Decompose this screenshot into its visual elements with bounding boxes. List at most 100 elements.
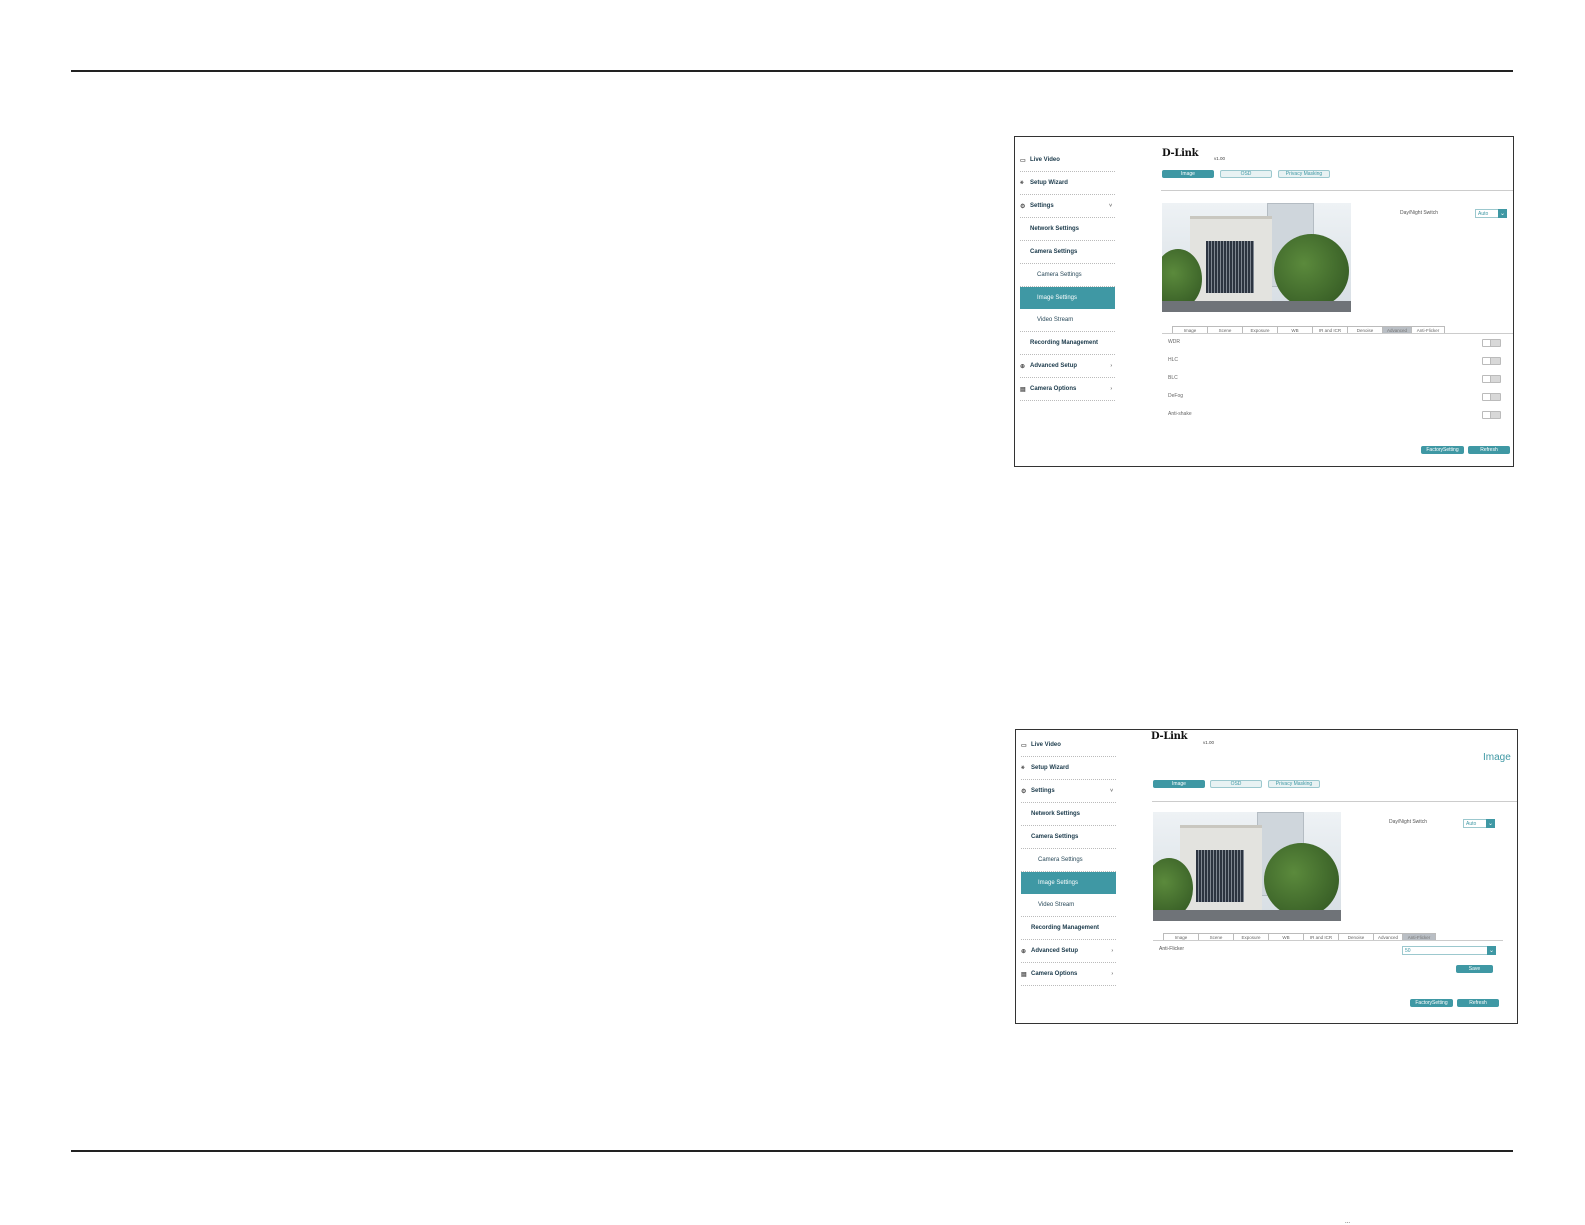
chevron-down-icon: ⌄ [1487, 946, 1496, 955]
sidebar-item-settings[interactable]: ⚙ Settings ˅ [1021, 780, 1116, 803]
sidebar-item-setup-wizard[interactable]: ⚹ Setup Wizard [1021, 757, 1116, 780]
advanced-icon: ⊕ [1021, 948, 1027, 955]
save-button[interactable]: Save [1456, 965, 1493, 973]
sidebar-item-label: Camera Settings [1037, 272, 1082, 278]
tab-privacy-masking[interactable]: Privacy Masking [1268, 780, 1320, 788]
version-label: v1.00 [1214, 156, 1226, 161]
subtab-wb[interactable]: WB [1268, 933, 1304, 940]
toggle-row-defog: DeFog [1168, 393, 1506, 403]
tab-image[interactable]: Image [1162, 170, 1214, 178]
toggle-row-wdr: WDR [1168, 339, 1506, 349]
toggle-row-anti-shake: Anti-shake [1168, 411, 1506, 421]
day-night-label: Day/Night Switch [1389, 819, 1428, 825]
refresh-button[interactable]: Refresh [1468, 446, 1510, 454]
advanced-icon: ⊕ [1020, 363, 1026, 370]
dlink-logo: D-Link [1162, 148, 1199, 159]
wdr-toggle[interactable] [1482, 339, 1501, 347]
sidebar-item-live-video[interactable]: ▭ Live Video [1021, 734, 1116, 757]
subtab-wb[interactable]: WB [1277, 326, 1313, 333]
sidebar-item-network-settings[interactable]: Network Settings [1020, 218, 1115, 241]
sidebar-item-recording-management[interactable]: Recording Management [1021, 917, 1116, 940]
top-rule [71, 70, 1513, 72]
sidebar-item-camera-settings[interactable]: Camera Settings [1021, 849, 1116, 872]
sidebar-item-label: Network Settings [1030, 226, 1080, 232]
subtab-advanced[interactable]: Advanced [1373, 933, 1403, 940]
factory-setting-button[interactable]: FactorySetting [1421, 446, 1464, 454]
subtab-scene[interactable]: Scene [1198, 933, 1234, 940]
sidebar-item-network-settings[interactable]: Network Settings [1021, 803, 1116, 826]
tab-image[interactable]: Image [1153, 780, 1205, 788]
anti-flicker-select[interactable]: 50 ⌄ [1402, 946, 1496, 955]
sidebar-item-label: Video Stream [1038, 902, 1075, 908]
subtab-denoise[interactable]: Denoise [1338, 933, 1374, 940]
blc-toggle[interactable] [1482, 375, 1501, 383]
sidebar-item-camera-settings[interactable]: Camera Settings [1020, 264, 1115, 287]
chevron-icon: ˅ [1109, 203, 1112, 209]
subtab-denoise[interactable]: Denoise [1347, 326, 1383, 333]
gear-icon: ⚙ [1021, 788, 1027, 795]
toggle-list: WDR HLC BLC DeFog Anti-shake [1168, 339, 1506, 429]
day-night-select[interactable]: Auto ⌄ [1475, 209, 1507, 218]
day-night-value: Auto [1478, 210, 1489, 217]
gear-icon: ⚙ [1020, 203, 1026, 210]
sidebar-item-video-stream[interactable]: Video Stream [1021, 894, 1116, 917]
subtab-image[interactable]: Image [1172, 326, 1208, 333]
bottom-rule [71, 1150, 1513, 1152]
sidebar-item-label: Camera Options [1030, 386, 1077, 392]
sidebar-item-camera-settings[interactable]: Camera Settings [1021, 826, 1116, 849]
sidebar-item-label: Settings [1031, 788, 1055, 794]
sidebar-item-recording-management[interactable]: Recording Management [1020, 332, 1115, 355]
divider [1152, 801, 1517, 802]
anti-shake-toggle[interactable] [1482, 411, 1501, 419]
subtab-exposure[interactable]: Exposure [1242, 326, 1278, 333]
sidebar-item-camera-options[interactable]: ▤ Camera Options › [1020, 378, 1115, 401]
sidebar-item-label: Live Video [1030, 157, 1060, 163]
screenshot-advanced: ▭ Live Video ⚹ Setup Wizard ⚙ Settings ˅ Networ… [1014, 136, 1514, 467]
tab-osd[interactable]: OSD [1210, 780, 1262, 788]
sidebar-item-setup-wizard[interactable]: ⚹ Setup Wizard [1020, 172, 1115, 195]
sidebar-item-label: Image Settings [1038, 880, 1079, 886]
subtab-advanced[interactable]: Advanced [1382, 326, 1412, 333]
subtab-exposure[interactable]: Exposure [1233, 933, 1269, 940]
footer-text: ... [1345, 1219, 1351, 1225]
chevron-icon: › [1111, 948, 1113, 954]
sidebar-item-advanced-setup[interactable]: ⊕ Advanced Setup › [1020, 355, 1115, 378]
sidebar-item-video-stream[interactable]: Video Stream [1020, 309, 1115, 332]
screenshot-anti-flicker: ▭ Live Video ⚹ Setup Wizard ⚙ Settings ˅ Networ… [1015, 729, 1518, 1024]
sidebar-item-label: Settings [1030, 203, 1054, 209]
sidebar-item-advanced-setup[interactable]: ⊕ Advanced Setup › [1021, 940, 1116, 963]
sidebar: ▭ Live Video ⚹ Setup Wizard ⚙ Settings ˅ Networ… [1020, 149, 1115, 401]
subtab-ir-and-icr[interactable]: IR and ICR [1303, 933, 1339, 940]
toggle-label: HLC [1168, 357, 1179, 363]
sidebar-item-image-settings[interactable]: Image Settings [1021, 872, 1116, 894]
sidebar-item-label: Camera Settings [1038, 857, 1083, 863]
factory-setting-button[interactable]: FactorySetting [1410, 999, 1453, 1007]
hlc-toggle[interactable] [1482, 357, 1501, 365]
toggle-row-hlc: HLC [1168, 357, 1506, 367]
chevron-icon: ˅ [1110, 788, 1113, 794]
sidebar-item-live-video[interactable]: ▭ Live Video [1020, 149, 1115, 172]
toggle-label: BLC [1168, 375, 1178, 381]
chevron-icon: › [1110, 386, 1112, 392]
subtab-anti-flicker[interactable]: Anti-Flicker [1411, 326, 1445, 333]
tab-privacy-masking[interactable]: Privacy Masking [1278, 170, 1330, 178]
sidebar-item-label: Live Video [1031, 742, 1061, 748]
subtab-ir-and-icr[interactable]: IR and ICR [1312, 326, 1348, 333]
sidebar-item-label: Camera Settings [1031, 834, 1079, 840]
subtab-anti-flicker[interactable]: Anti-Flicker [1402, 933, 1436, 940]
sidebar-item-camera-settings[interactable]: Camera Settings [1020, 241, 1115, 264]
sidebar: ▭ Live Video ⚹ Setup Wizard ⚙ Settings ˅ Networ… [1021, 734, 1116, 986]
defog-toggle[interactable] [1482, 393, 1501, 401]
sidebar-item-settings[interactable]: ⚙ Settings ˅ [1020, 195, 1115, 218]
subtab-image[interactable]: Image [1163, 933, 1199, 940]
camera-icon: ▭ [1020, 157, 1026, 164]
refresh-button[interactable]: Refresh [1457, 999, 1499, 1007]
tab-osd[interactable]: OSD [1220, 170, 1272, 178]
anti-flicker-value: 50 [1405, 947, 1411, 954]
chevron-down-icon: ⌄ [1498, 209, 1507, 218]
subtab-scene[interactable]: Scene [1207, 326, 1243, 333]
sidebar-item-image-settings[interactable]: Image Settings [1020, 287, 1115, 309]
day-night-select[interactable]: Auto ⌄ [1463, 819, 1495, 828]
sidebar-item-camera-options[interactable]: ▤ Camera Options › [1021, 963, 1116, 986]
toggle-label: DeFog [1168, 393, 1184, 399]
